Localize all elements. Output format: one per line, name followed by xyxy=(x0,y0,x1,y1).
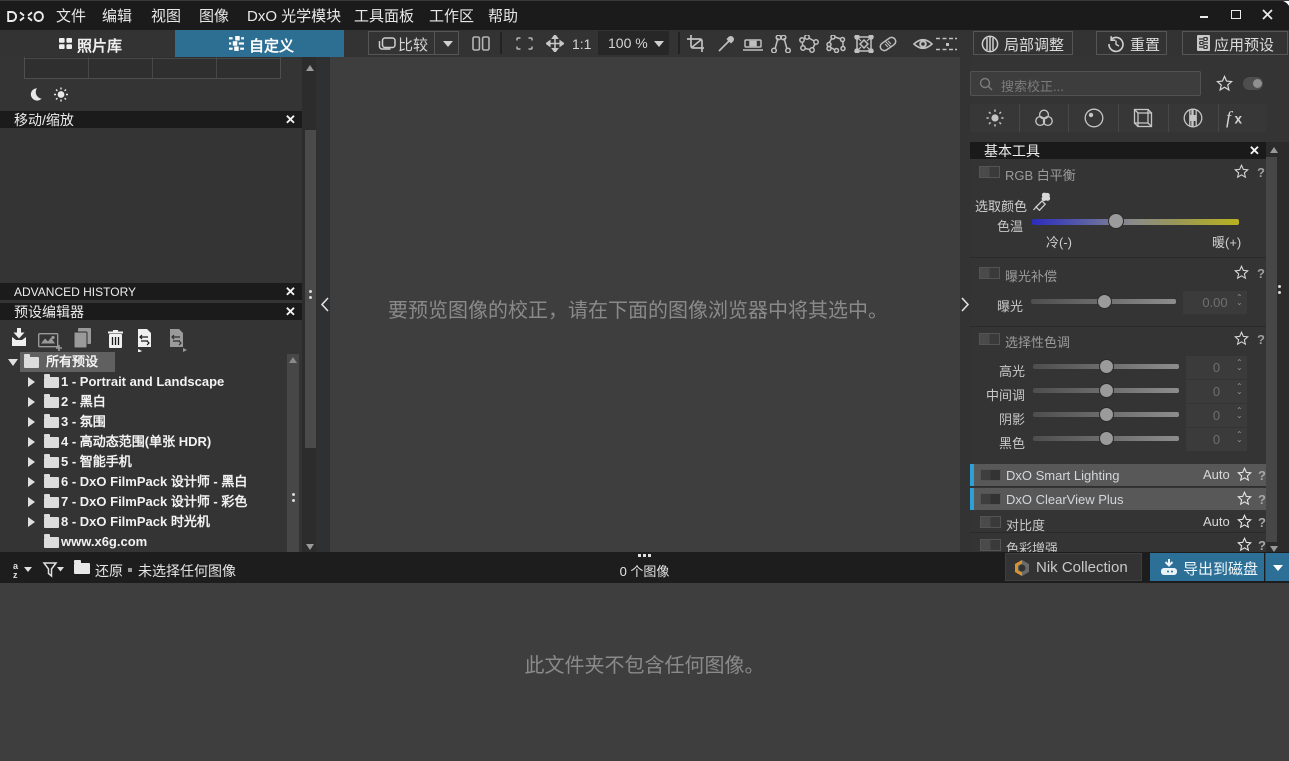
svg-text:x: x xyxy=(1235,112,1243,127)
svg-text:f: f xyxy=(1226,108,1234,128)
